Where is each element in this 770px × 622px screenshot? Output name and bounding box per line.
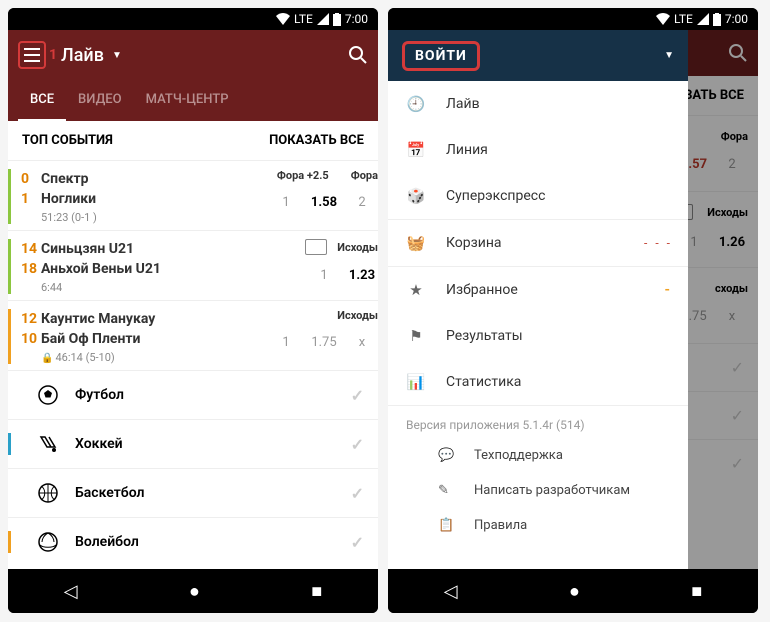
phone-left: LTE 7:00 1 Лайв ▼ ВСЕ ВИДЕО МАТЧ-ЦЕНТР Т… bbox=[8, 8, 378, 613]
chat-icon: 💬 bbox=[438, 448, 456, 463]
odds-cell[interactable]: x bbox=[346, 330, 378, 354]
calendar-icon: 📅 bbox=[406, 141, 426, 159]
wifi-icon bbox=[656, 13, 670, 25]
status-bar: LTE 7:00 bbox=[388, 8, 758, 30]
odds-cell[interactable]: 1.58 bbox=[308, 190, 340, 214]
status-bar: LTE 7:00 bbox=[8, 8, 378, 30]
content: ТОП СОБЫТИЯ ПОКАЗАТЬ ВСЕ 0Спектр 1Ноглик… bbox=[8, 121, 378, 569]
android-navbar: ◁ ● ■ bbox=[388, 569, 758, 613]
pencil-icon: ✎ bbox=[438, 483, 456, 498]
back-icon[interactable]: ◁ bbox=[64, 581, 78, 602]
login-button[interactable]: ВОЙТИ bbox=[402, 41, 480, 71]
recent-icon[interactable]: ■ bbox=[691, 581, 702, 602]
sport-row-hockey[interactable]: Хоккей ✓ bbox=[8, 419, 378, 468]
sport-label: Хоккей bbox=[75, 436, 123, 452]
odds-cell[interactable]: 1.75 bbox=[308, 330, 340, 354]
odds-cell[interactable]: 1 bbox=[270, 190, 302, 214]
check-icon: ✓ bbox=[351, 435, 364, 454]
recent-icon[interactable]: ■ bbox=[311, 581, 322, 602]
android-navbar: ◁ ● ■ bbox=[8, 569, 378, 613]
check-icon: ✓ bbox=[351, 533, 364, 552]
drawer-sub-chat[interactable]: 💬Техподдержка bbox=[388, 438, 688, 473]
stats-icon: 📊 bbox=[406, 373, 426, 391]
odds-cell[interactable]: 2 bbox=[346, 190, 378, 214]
match-row[interactable]: 0Спектр 1Ноглики 51:23 (0-1 ) Фора +2.5Ф… bbox=[8, 160, 378, 230]
hockey-icon bbox=[37, 433, 59, 455]
network-label: LTE bbox=[294, 12, 313, 26]
signal-icon bbox=[697, 13, 709, 25]
match-row[interactable]: 12Каунтис Манукау 10Бай Оф Пленти 🔒46:14… bbox=[8, 300, 378, 370]
home-icon[interactable]: ● bbox=[189, 581, 200, 602]
version-label: Версия приложения 5.1.4r (514) bbox=[388, 406, 688, 438]
flag-icon: ⚑ bbox=[406, 327, 426, 345]
star-icon: ★ bbox=[406, 281, 426, 299]
home-icon[interactable]: ● bbox=[569, 581, 580, 602]
tv-icon bbox=[305, 239, 327, 255]
drawer-item-clock[interactable]: 🕘Лайв bbox=[388, 81, 688, 127]
top-events-label: ТОП СОБЫТИЯ bbox=[22, 133, 113, 148]
app-header: 1 Лайв ▼ bbox=[8, 30, 378, 80]
drawer-sub-pencil[interactable]: ✎Написать разработчикам bbox=[388, 473, 688, 508]
sport-label: Баскетбол bbox=[75, 485, 145, 501]
check-icon: ✓ bbox=[351, 484, 364, 503]
check-icon: ✓ bbox=[351, 386, 364, 405]
clock-icon: 🕘 bbox=[406, 95, 426, 113]
drawer-header: ВОЙТИ ▼ bbox=[388, 30, 688, 81]
sport-row-volleyball[interactable]: Волейбол ✓ bbox=[8, 517, 378, 566]
search-icon[interactable] bbox=[348, 45, 368, 65]
drawer-item-flag[interactable]: ⚑Результаты bbox=[388, 313, 688, 359]
volleyball-icon bbox=[37, 531, 59, 553]
tab-all[interactable]: ВСЕ bbox=[18, 80, 66, 121]
clock-label: 7:00 bbox=[345, 12, 368, 26]
battery-icon bbox=[713, 13, 721, 26]
odds-cell[interactable]: 1 bbox=[270, 330, 302, 354]
drawer-item-stats[interactable]: 📊Статистика bbox=[388, 359, 688, 405]
dice-icon: 🎲 bbox=[406, 187, 426, 205]
drawer-item-calendar[interactable]: 📅Линия bbox=[388, 127, 688, 173]
drawer-item-star[interactable]: ★Избранное- bbox=[388, 267, 688, 313]
dropdown-icon[interactable]: ▼ bbox=[664, 50, 674, 61]
wifi-icon bbox=[276, 13, 290, 25]
clock-label: 7:00 bbox=[725, 12, 748, 26]
odds-cell[interactable]: 1 bbox=[308, 263, 340, 287]
rules-icon: 📋 bbox=[438, 518, 456, 533]
sport-row-basketball[interactable]: Баскетбол ✓ bbox=[8, 468, 378, 517]
network-label: LTE bbox=[674, 12, 693, 26]
menu-button[interactable] bbox=[18, 41, 46, 69]
back-icon[interactable]: ◁ bbox=[444, 581, 458, 602]
basket-icon: 🧺 bbox=[406, 234, 426, 252]
sport-row-football[interactable]: Футбол ✓ bbox=[8, 370, 378, 419]
phone-right: LTE 7:00 ЖАЗАТЬ ВСЕ а +2.5Фора 11.572 Ис… bbox=[388, 8, 758, 613]
tab-match-center[interactable]: МАТЧ-ЦЕНТР bbox=[134, 80, 241, 121]
sport-label: Волейбол bbox=[75, 534, 139, 550]
dropdown-icon: ▼ bbox=[112, 50, 122, 61]
odds-cell[interactable]: 1.23 bbox=[346, 263, 378, 287]
drawer-item-basket[interactable]: 🧺Корзина--- bbox=[388, 220, 688, 266]
match-row[interactable]: 14Синьцзян U21 18Аньхой Веньи U21 6:44 И… bbox=[8, 230, 378, 300]
sport-label: Футбол bbox=[75, 387, 124, 403]
annotation-1: 1 bbox=[49, 47, 57, 63]
signal-icon bbox=[317, 13, 329, 25]
battery-icon bbox=[333, 13, 341, 26]
drawer-item-dice[interactable]: 🎲Суперэкспресс bbox=[388, 173, 688, 219]
basketball-icon bbox=[37, 482, 59, 504]
tab-video[interactable]: ВИДЕО bbox=[66, 80, 134, 121]
drawer-sub-rules[interactable]: 📋Правила bbox=[388, 508, 688, 543]
nav-drawer: ВОЙТИ ▼ 🕘Лайв📅Линия🎲Суперэкспресс🧺Корзин… bbox=[388, 30, 688, 569]
football-icon bbox=[37, 384, 59, 406]
show-all-link[interactable]: ПОКАЗАТЬ ВСЕ bbox=[269, 133, 364, 148]
tabs: ВСЕ ВИДЕО МАТЧ-ЦЕНТР bbox=[8, 80, 378, 121]
page-title[interactable]: Лайв ▼ bbox=[61, 45, 348, 66]
